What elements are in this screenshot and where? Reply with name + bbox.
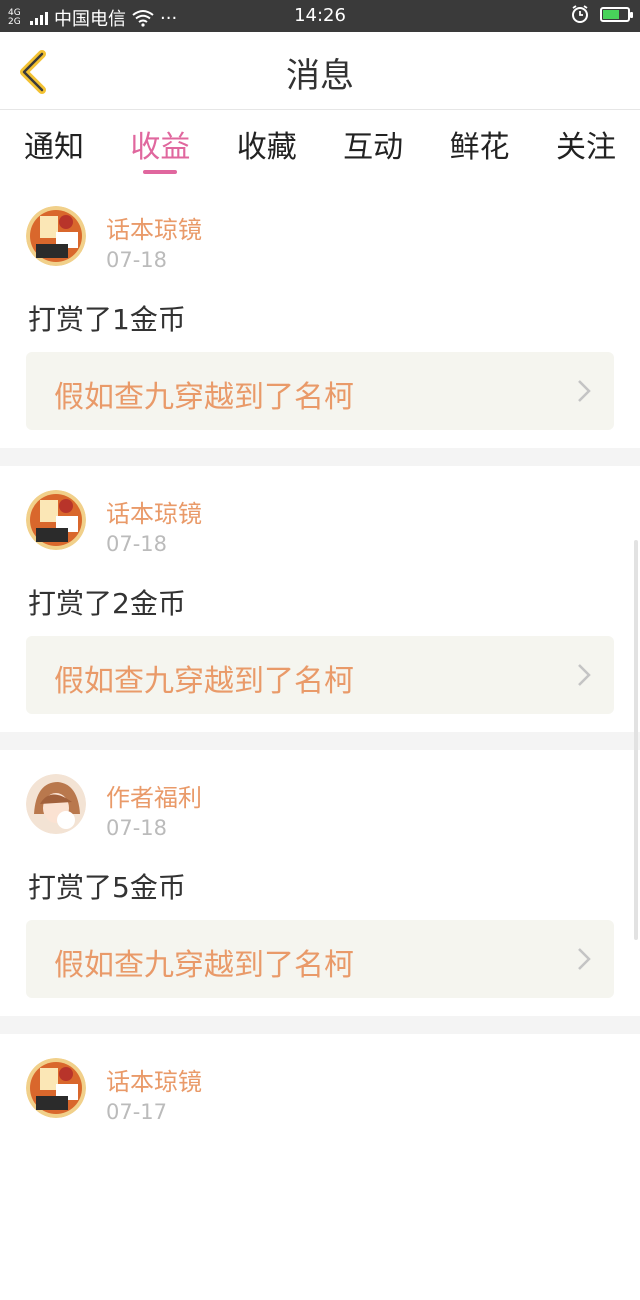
alarm-icon <box>572 5 588 23</box>
book-title: 假如查九穿越到了名柯 <box>54 948 354 983</box>
tab-flowers[interactable]: 鲜花 <box>450 110 510 182</box>
chevron-right-icon <box>578 380 591 402</box>
chevron-right-icon <box>578 664 591 686</box>
book-link[interactable]: 假如查九穿越到了名柯 <box>26 636 614 714</box>
avatar-icon[interactable] <box>26 1058 86 1118</box>
message-date: 07-18 <box>106 532 168 556</box>
tab-earnings[interactable]: 收益 <box>130 110 190 182</box>
list-item: 话本琼镜 07-17 <box>0 1034 640 1300</box>
tab-notice[interactable]: 通知 <box>24 110 84 182</box>
sender-name[interactable]: 话本琼镜 <box>106 494 202 529</box>
clock: 14:26 <box>294 5 346 26</box>
message-text: 打赏了1金币 <box>28 303 186 336</box>
tab-label: 收益 <box>130 130 191 165</box>
tab-indicator <box>143 170 178 174</box>
message-text: 打赏了2金币 <box>28 587 186 620</box>
avatar-icon[interactable] <box>26 206 86 266</box>
chevron-right-icon <box>578 948 591 970</box>
tab-label: 鲜花 <box>449 130 510 165</box>
scrollbar[interactable] <box>634 540 638 940</box>
book-link[interactable]: 假如查九穿越到了名柯 <box>26 352 614 430</box>
page-title: 消息 <box>286 56 354 96</box>
tab-follow[interactable]: 关注 <box>556 110 616 182</box>
sender-name[interactable]: 话本琼镜 <box>106 210 202 245</box>
tab-label: 收藏 <box>236 130 297 165</box>
message-list: 话本琼镜 07-18 打赏了1金币 假如查九穿越到了名柯 话本琼镜 07-18 … <box>0 182 640 1300</box>
header: 消息 <box>0 32 640 110</box>
avatar-icon[interactable] <box>26 774 86 834</box>
message-text: 打赏了5金币 <box>28 871 186 904</box>
sender-name[interactable]: 话本琼镜 <box>106 1062 202 1097</box>
battery-charging-icon <box>600 6 633 22</box>
list-item: 话本琼镜 07-18 打赏了2金币 假如查九穿越到了名柯 <box>0 466 640 750</box>
status-bar: 4G 2G 中国电信 ··· 14:26 <box>0 0 640 32</box>
tab-label: 互动 <box>343 130 404 165</box>
tab-bar: 通知 收益 收藏 互动 鲜花 关注 <box>0 110 640 182</box>
book-link[interactable]: 假如查九穿越到了名柯 <box>26 920 614 998</box>
book-title: 假如查九穿越到了名柯 <box>54 380 354 415</box>
list-item: 话本琼镜 07-18 打赏了1金币 假如查九穿越到了名柯 <box>0 182 640 466</box>
status-right <box>570 4 633 24</box>
message-date: 07-18 <box>106 816 168 840</box>
tab-interaction[interactable]: 互动 <box>343 110 403 182</box>
message-date: 07-18 <box>106 248 168 272</box>
book-title: 假如查九穿越到了名柯 <box>54 664 354 699</box>
tab-label: 通知 <box>24 130 84 165</box>
sender-name[interactable]: 作者福利 <box>106 778 202 813</box>
avatar-icon[interactable] <box>26 490 86 550</box>
list-item: 作者福利 07-18 打赏了5金币 假如查九穿越到了名柯 <box>0 750 640 1034</box>
message-date: 07-17 <box>106 1100 168 1124</box>
tab-favorites[interactable]: 收藏 <box>237 110 297 182</box>
tab-label: 关注 <box>555 130 616 165</box>
